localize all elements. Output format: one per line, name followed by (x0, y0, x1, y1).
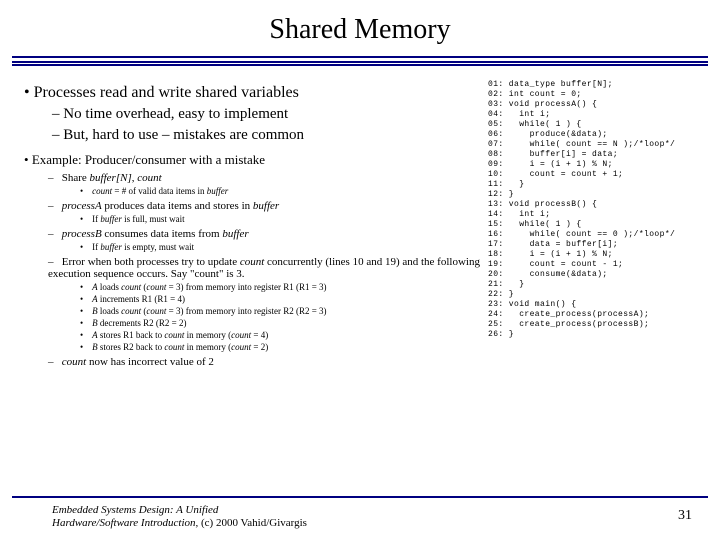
title-divider (12, 56, 708, 66)
sub2-e: count now has incorrect value of 2 (18, 356, 482, 368)
sub3-c: If buffer is empty, must wait (18, 242, 482, 252)
sub2-a: Share buffer[N], count (18, 172, 482, 184)
footer-line-2: Hardware/Software Introduction, (c) 2000… (52, 517, 720, 530)
sub3-d5: A stores R1 back to count in memory (cou… (18, 330, 482, 340)
sub3-d2: A increments R1 (R1 = 4) (18, 294, 482, 304)
footer-line-1: Embedded Systems Design: A Unified (52, 504, 720, 517)
sub2-d: Error when both processes try to update … (18, 256, 482, 280)
page-number: 31 (678, 508, 692, 524)
sub-bullet-1a: No time overhead, easy to implement (18, 106, 482, 123)
sub3-d3: B loads count (count = 3) from memory in… (18, 306, 482, 316)
bullet-main-1: Processes read and write shared variable… (18, 84, 482, 102)
left-column: Processes read and write shared variable… (18, 74, 488, 368)
code-listing: 01: data_type buffer[N]; 02: int count =… (488, 74, 708, 368)
sub3-d4: B decrements R2 (R2 = 2) (18, 318, 482, 328)
sub2-c: processB consumes data items from buffer (18, 228, 482, 240)
sub3-d1: A loads count (count = 3) from memory in… (18, 282, 482, 292)
bullet-main-2: Example: Producer/consumer with a mistak… (18, 152, 482, 168)
sub2-b: processA produces data items and stores … (18, 200, 482, 212)
sub3-b: If buffer is full, must wait (18, 214, 482, 224)
sub3-a: count = # of valid data items in buffer (18, 186, 482, 196)
content-area: Processes read and write shared variable… (0, 66, 720, 368)
footer-divider (12, 496, 708, 498)
sub-bullet-1b: But, hard to use – mistakes are common (18, 127, 482, 144)
sub3-d6: B stores R2 back to count in memory (cou… (18, 342, 482, 352)
slide-title: Shared Memory (0, 0, 720, 56)
footer-text: Embedded Systems Design: A Unified Hardw… (0, 504, 720, 530)
footer: Embedded Systems Design: A Unified Hardw… (0, 496, 720, 530)
